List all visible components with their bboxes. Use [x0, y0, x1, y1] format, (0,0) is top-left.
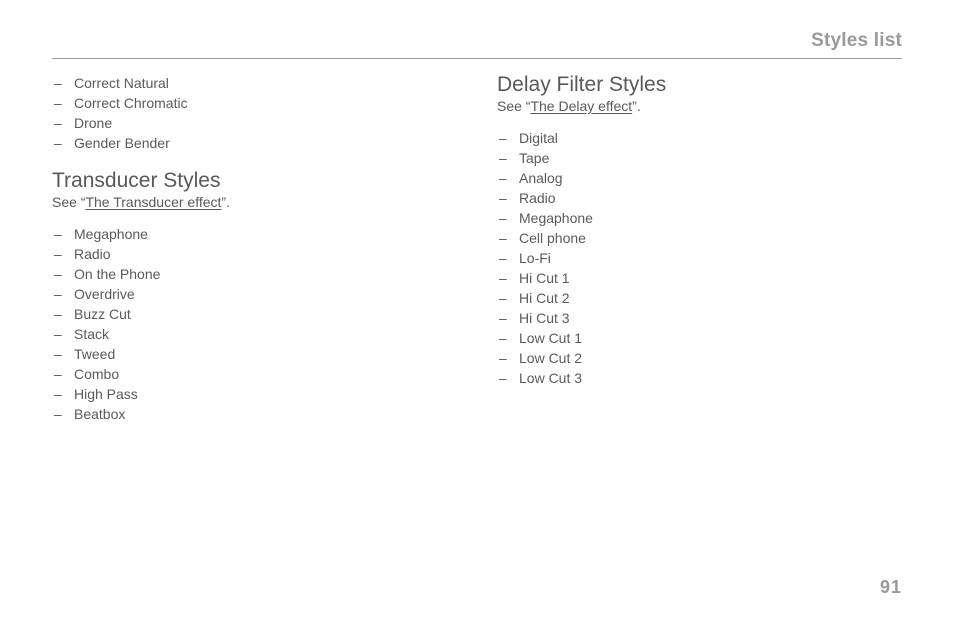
left-column: Correct Natural Correct Chromatic Drone … — [52, 73, 457, 424]
list-item: Combo — [52, 364, 457, 384]
list-item: Overdrive — [52, 284, 457, 304]
transducer-link[interactable]: The Transducer effect — [85, 194, 221, 210]
header-rule — [52, 58, 902, 59]
list-item: Megaphone — [52, 224, 457, 244]
right-column: Delay Filter Styles See “The Delay effec… — [497, 73, 902, 424]
transducer-list: Megaphone Radio On the Phone Overdrive B… — [52, 224, 457, 424]
list-item: Radio — [52, 244, 457, 264]
list-item: Low Cut 2 — [497, 348, 902, 368]
transducer-see: See “The Transducer effect”. — [52, 194, 457, 210]
list-item: Analog — [497, 168, 902, 188]
transducer-heading: Transducer Styles — [52, 169, 457, 193]
see-prefix: See “ — [52, 194, 85, 210]
list-item: Stack — [52, 324, 457, 344]
page-number: 91 — [880, 577, 902, 598]
list-item: High Pass — [52, 384, 457, 404]
list-item: Tweed — [52, 344, 457, 364]
list-item: Hi Cut 1 — [497, 268, 902, 288]
list-item: Low Cut 1 — [497, 328, 902, 348]
intro-list: Correct Natural Correct Chromatic Drone … — [52, 73, 457, 153]
page-container: Styles list Correct Natural Correct Chro… — [0, 0, 954, 618]
list-item: On the Phone — [52, 264, 457, 284]
list-item: Correct Chromatic — [52, 93, 457, 113]
list-item: Hi Cut 2 — [497, 288, 902, 308]
list-item: Digital — [497, 128, 902, 148]
see-suffix: ”. — [221, 194, 230, 210]
see-suffix: ”. — [632, 98, 641, 114]
delay-heading: Delay Filter Styles — [497, 73, 902, 97]
list-item: Megaphone — [497, 208, 902, 228]
delay-link[interactable]: The Delay effect — [530, 98, 632, 114]
list-item: Cell phone — [497, 228, 902, 248]
list-item: Beatbox — [52, 404, 457, 424]
list-item: Low Cut 3 — [497, 368, 902, 388]
list-item: Lo-Fi — [497, 248, 902, 268]
list-item: Tape — [497, 148, 902, 168]
delay-see: See “The Delay effect”. — [497, 98, 902, 114]
list-item: Drone — [52, 113, 457, 133]
content-columns: Correct Natural Correct Chromatic Drone … — [52, 73, 902, 424]
page-header-title: Styles list — [52, 30, 902, 56]
delay-list: Digital Tape Analog Radio Megaphone Cell… — [497, 128, 902, 388]
list-item: Radio — [497, 188, 902, 208]
list-item: Hi Cut 3 — [497, 308, 902, 328]
see-prefix: See “ — [497, 98, 530, 114]
list-item: Buzz Cut — [52, 304, 457, 324]
list-item: Correct Natural — [52, 73, 457, 93]
list-item: Gender Bender — [52, 133, 457, 153]
